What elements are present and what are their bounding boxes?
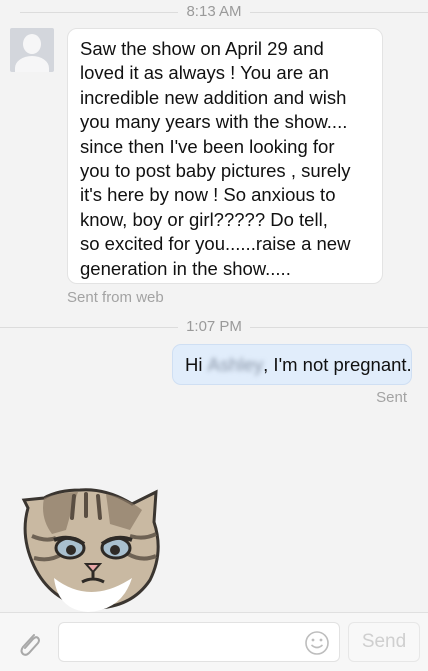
message-line: incredible new addition and wish: [80, 86, 347, 108]
timestamp-divider: 8:13 AM: [0, 2, 428, 22]
message-line: since then I've been looking for: [80, 135, 335, 157]
message-line: Saw the show on April 29 and: [80, 38, 324, 59]
smiley-icon[interactable]: [304, 630, 330, 656]
message-line: know, boy or girl????? Do tell,: [80, 208, 328, 230]
message-line: you to post baby pictures , surely: [80, 160, 351, 182]
message-line: so excited for you......raise a new: [80, 233, 351, 255]
message-composer: Send: [0, 612, 428, 671]
timestamp: 8:13 AM: [178, 3, 250, 20]
greeting-text: Hi: [185, 354, 203, 375]
send-button[interactable]: Send: [348, 622, 420, 662]
sent-from-label: Sent from web: [67, 289, 164, 306]
delivery-status: Sent: [376, 389, 407, 406]
message-line: it's here by now ! So anxious to: [80, 184, 336, 206]
timestamp: 1:07 PM: [178, 318, 250, 335]
message-line: you many years with the show....: [80, 111, 348, 133]
incoming-message-bubble[interactable]: Saw the show on April 29 and loved it as…: [67, 28, 383, 284]
outgoing-message-bubble[interactable]: Hi Ashley, I'm not pregnant.: [172, 344, 412, 385]
message-line: generation in the show.....: [80, 257, 291, 279]
grumpy-cat-sticker[interactable]: [10, 478, 170, 618]
message-line: loved it as always ! You are an: [80, 62, 329, 84]
paperclip-icon[interactable]: [14, 629, 44, 659]
timestamp-divider: 1:07 PM: [0, 317, 428, 337]
redacted-name: Ashley: [207, 354, 264, 375]
sender-avatar[interactable]: [10, 28, 54, 72]
message-input[interactable]: [58, 622, 340, 662]
message-text: , I'm not pregnant.: [263, 354, 412, 375]
